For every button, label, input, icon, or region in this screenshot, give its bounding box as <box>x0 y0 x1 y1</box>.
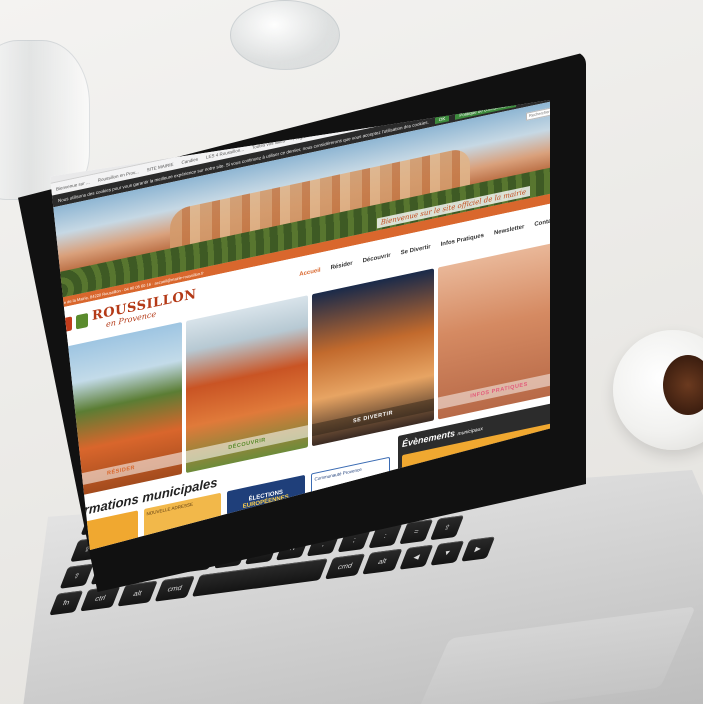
glass-rim <box>230 0 340 70</box>
keyboard-key[interactable]: ▶ <box>461 536 496 562</box>
green-emblem-icon <box>76 312 88 330</box>
bookmark-item[interactable]: Candies <box>181 156 198 165</box>
menu-item[interactable]: Contacts <box>534 217 550 228</box>
menu-item[interactable]: Accueil <box>299 267 320 278</box>
tile-decouvrir[interactable]: DÉCOUVRIR <box>186 295 308 474</box>
menu-item[interactable]: Newsletter <box>494 224 524 236</box>
keyboard-key[interactable]: cmd <box>154 575 195 602</box>
search-input[interactable]: Rechercher <box>526 105 550 121</box>
tile-se-divertir[interactable]: SE DIVERTIR <box>312 268 434 447</box>
menu-item[interactable]: Résider <box>331 261 353 272</box>
events-title-sub: municipaux <box>457 425 483 438</box>
keyboard-key[interactable]: cmd <box>324 553 366 580</box>
menu-item[interactable]: Découvrir <box>363 253 391 265</box>
menu-item[interactable]: Infos Pratiques <box>441 233 484 248</box>
tile-infos-pratiques[interactable]: INFOS PRATIQUES <box>438 241 550 420</box>
menu-item[interactable]: Se Divertir <box>401 244 431 256</box>
keyboard-key[interactable]: ▼ <box>430 540 465 566</box>
keyboard-key[interactable]: ◀ <box>399 544 434 570</box>
keyboard-key[interactable]: alt <box>362 548 403 575</box>
keyboard-key[interactable]: ⇧ <box>430 515 465 541</box>
